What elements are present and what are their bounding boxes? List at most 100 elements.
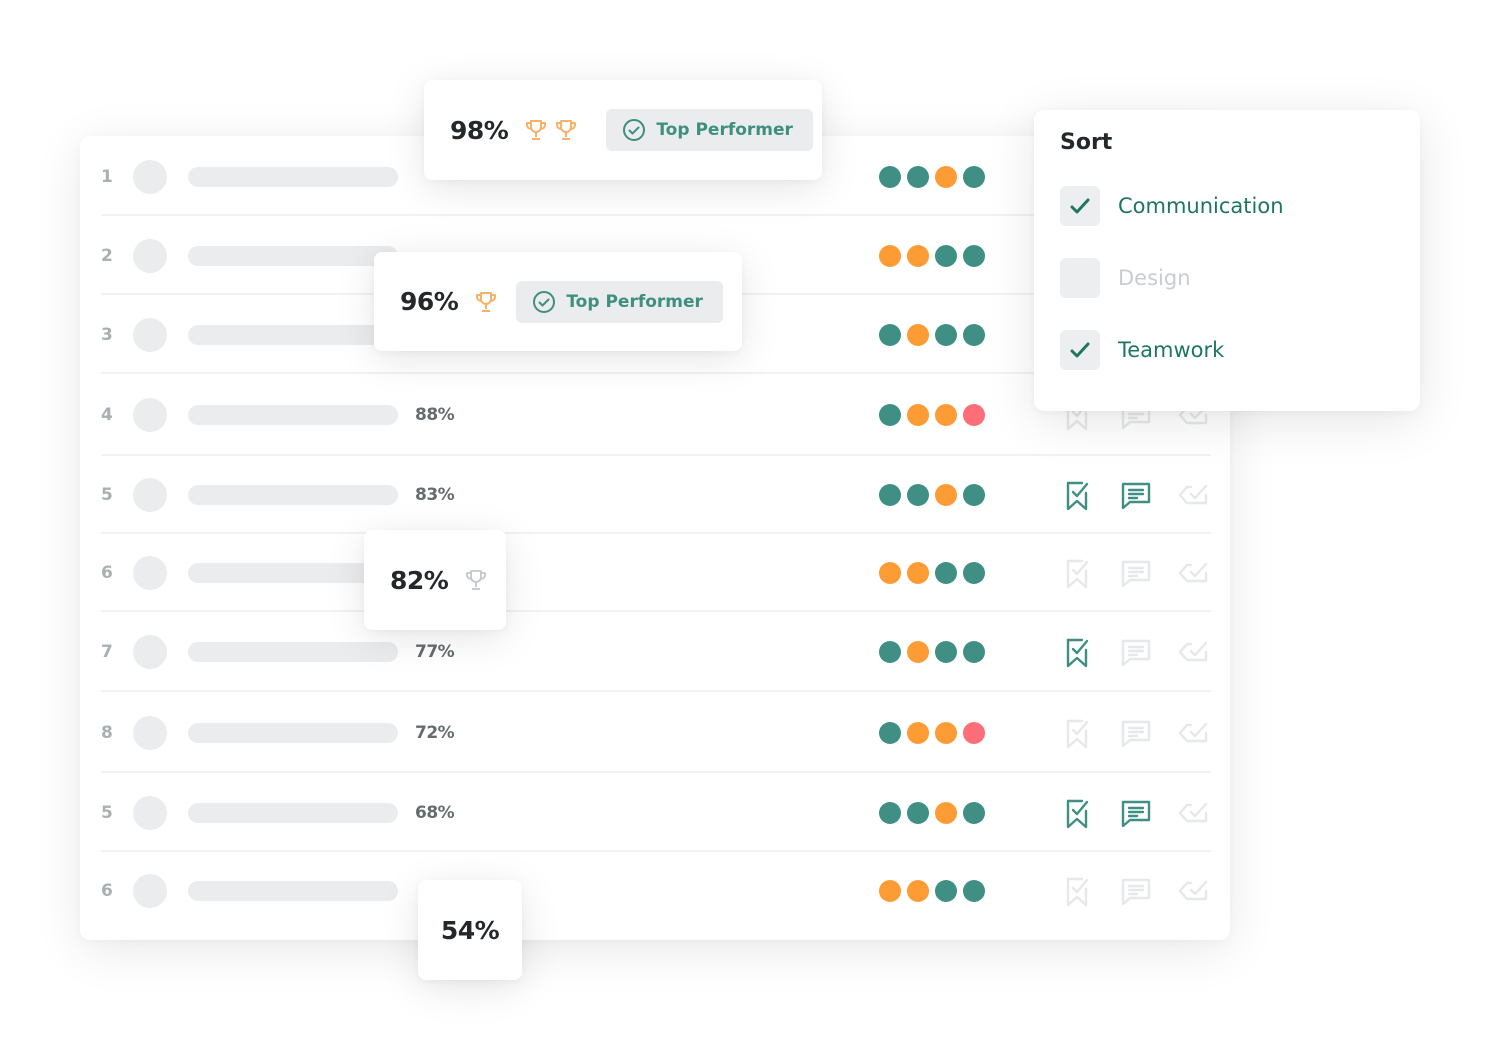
rating-dot-teal xyxy=(963,484,985,506)
rank-number: 6 xyxy=(101,881,113,901)
rating-dot-teal xyxy=(879,801,901,824)
bookmark-check-icon[interactable] xyxy=(1061,635,1095,669)
trophy-icon xyxy=(464,568,488,592)
avatar-placeholder xyxy=(133,238,167,273)
checkbox[interactable] xyxy=(1060,186,1100,226)
sort-option-label: Communication xyxy=(1118,194,1284,218)
leaderboard-row[interactable]: 5 68% xyxy=(101,773,1211,852)
comment-icon[interactable] xyxy=(1119,874,1153,908)
avatar-placeholder xyxy=(133,795,167,830)
avatar-placeholder xyxy=(133,478,167,512)
rating-dot-orange xyxy=(879,562,901,584)
name-placeholder xyxy=(188,881,398,901)
bookmark-check-icon[interactable] xyxy=(1061,478,1095,512)
popover-score: 54% xyxy=(440,915,500,945)
comment-icon[interactable] xyxy=(1119,716,1153,750)
score-value: 77% xyxy=(415,642,455,662)
checkbox[interactable] xyxy=(1060,330,1100,370)
row-actions xyxy=(1061,716,1211,750)
trophy-group xyxy=(524,118,578,142)
leaderboard-row[interactable]: 6 xyxy=(101,534,1211,612)
avatar-placeholder xyxy=(133,874,167,908)
avatar-placeholder xyxy=(133,556,167,590)
name-placeholder xyxy=(188,405,398,425)
comment-icon[interactable] xyxy=(1119,556,1153,590)
leaderboard-row[interactable]: 7 77% xyxy=(101,612,1211,692)
leaderboard-row[interactable]: 8 72% xyxy=(101,692,1211,773)
rating-dot-orange xyxy=(879,244,901,267)
rating-dot-teal xyxy=(935,562,957,584)
row-actions xyxy=(1061,874,1211,908)
approve-tag-icon[interactable] xyxy=(1177,556,1211,590)
rating-dot-teal xyxy=(963,323,985,346)
rating-dot-orange xyxy=(907,721,929,744)
name-placeholder xyxy=(188,722,398,743)
rank-number: 3 xyxy=(101,324,113,345)
rating-dot-orange xyxy=(935,721,957,744)
rank-number: 1 xyxy=(101,167,113,187)
rating-dot-teal xyxy=(963,562,985,584)
bookmark-check-icon[interactable] xyxy=(1061,556,1095,590)
skill-rating-dots xyxy=(879,801,985,824)
row-actions xyxy=(1061,478,1211,512)
bookmark-check-icon[interactable] xyxy=(1061,874,1095,908)
popover-score: 98% xyxy=(450,115,509,145)
rating-dot-orange xyxy=(935,404,957,426)
rank-number: 6 xyxy=(101,563,113,583)
top-performer-badge: Top Performer xyxy=(516,280,723,323)
rating-dot-orange xyxy=(879,880,901,902)
score-value: 68% xyxy=(415,802,455,823)
popover-score: 82% xyxy=(390,565,449,595)
name-placeholder xyxy=(188,324,398,345)
rank-number: 5 xyxy=(101,485,113,505)
avatar-placeholder xyxy=(133,635,167,669)
score-value: 83% xyxy=(415,485,455,505)
sort-option-teamwork[interactable]: Teamwork xyxy=(1060,330,1224,370)
avatar-placeholder xyxy=(133,715,167,750)
trophy-group xyxy=(464,568,488,592)
score-popover-96: 96% Top Performer xyxy=(374,252,742,351)
checkmark-icon xyxy=(1070,198,1090,214)
approve-tag-icon[interactable] xyxy=(1177,635,1211,669)
bookmark-check-icon[interactable] xyxy=(1061,796,1095,830)
avatar-placeholder xyxy=(133,160,167,194)
approve-tag-icon[interactable] xyxy=(1177,478,1211,512)
rating-dot-orange xyxy=(907,244,929,267)
rating-dot-teal xyxy=(879,166,901,188)
sort-panel: Sort Communication Design Teamwork xyxy=(1034,110,1420,411)
rating-dot-teal xyxy=(963,641,985,663)
rating-dot-teal xyxy=(963,166,985,188)
approve-tag-icon[interactable] xyxy=(1177,716,1211,750)
comment-icon[interactable] xyxy=(1119,635,1153,669)
name-placeholder xyxy=(188,485,398,505)
skill-rating-dots xyxy=(879,166,985,188)
leaderboard-row[interactable]: 6 xyxy=(101,852,1211,930)
comment-icon[interactable] xyxy=(1119,796,1153,830)
rating-dot-teal xyxy=(879,323,901,346)
name-placeholder xyxy=(188,802,398,823)
rank-number: 4 xyxy=(101,405,113,425)
rating-dot-teal xyxy=(907,166,929,188)
rating-dot-teal xyxy=(935,880,957,902)
rating-dot-teal xyxy=(963,880,985,902)
approve-tag-icon[interactable] xyxy=(1177,796,1211,830)
approve-tag-icon[interactable] xyxy=(1177,874,1211,908)
sort-option-label: Design xyxy=(1118,266,1191,290)
rating-dot-teal xyxy=(907,484,929,506)
sort-option-design[interactable]: Design xyxy=(1060,258,1191,298)
trophy-icon xyxy=(524,118,548,142)
rating-dot-teal xyxy=(935,641,957,663)
sort-option-communication[interactable]: Communication xyxy=(1060,186,1284,226)
name-placeholder xyxy=(188,167,398,187)
rank-number: 7 xyxy=(101,642,113,662)
top-performer-badge: Top Performer xyxy=(606,109,813,151)
skill-rating-dots xyxy=(879,244,985,267)
bookmark-check-icon[interactable] xyxy=(1061,716,1095,750)
checkbox[interactable] xyxy=(1060,258,1100,298)
popover-score: 96% xyxy=(400,287,459,316)
rating-dot-orange xyxy=(935,484,957,506)
rating-dot-orange xyxy=(907,404,929,426)
comment-icon[interactable] xyxy=(1119,478,1153,512)
leaderboard-row[interactable]: 5 83% xyxy=(101,456,1211,534)
row-actions xyxy=(1061,635,1211,669)
